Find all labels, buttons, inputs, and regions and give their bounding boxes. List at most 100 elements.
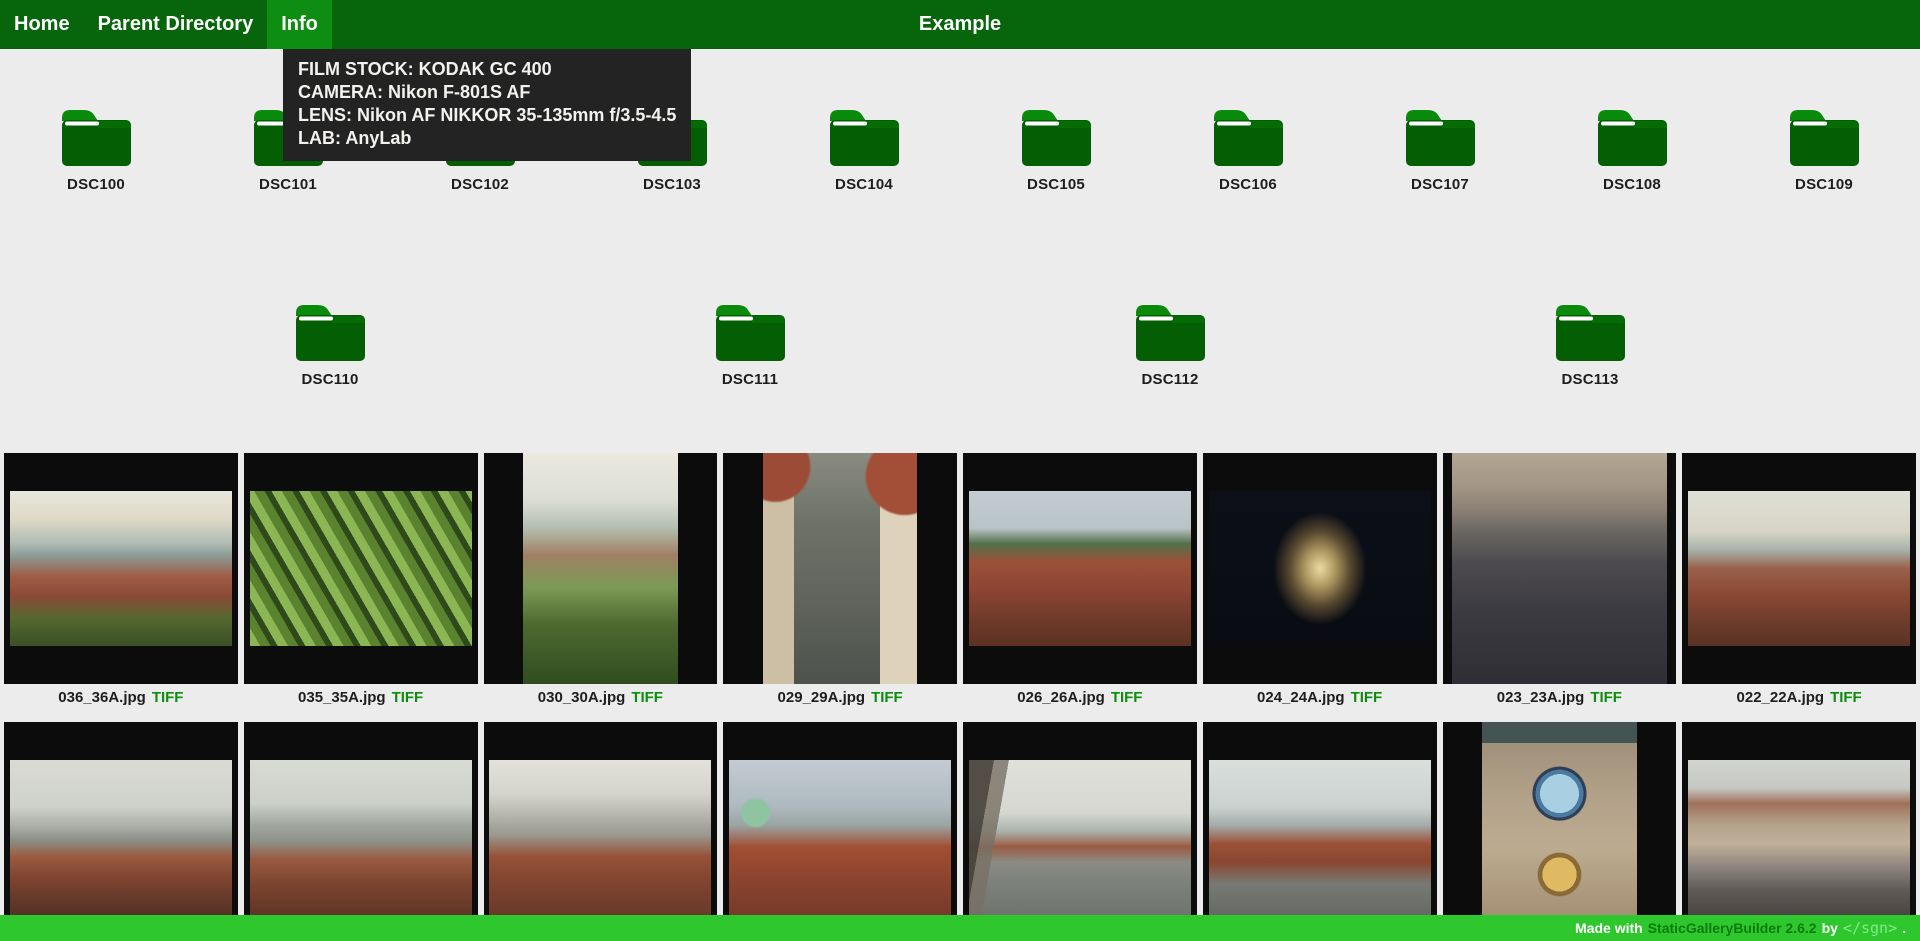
photo-filename: 022_22A.jpg (1737, 689, 1825, 706)
photo-image (1452, 453, 1667, 684)
tiff-download-link[interactable]: TIFF (1111, 689, 1143, 706)
photo-thumbnail: 026_26A.jpg TIFF (963, 453, 1197, 710)
photo-caption: 029_29A.jpg TIFF (723, 684, 957, 710)
folder-label: DSC107 (1411, 176, 1469, 193)
folder-item[interactable]: DSC112 (1127, 299, 1213, 388)
photo-link[interactable] (244, 722, 478, 941)
photo-link[interactable] (1203, 722, 1437, 941)
folder-icon (825, 104, 903, 168)
tiff-download-link[interactable]: TIFF (631, 689, 663, 706)
photo-grid-row-1: 036_36A.jpg TIFF 035_35A.jpg TIFF 030_30… (0, 453, 1920, 710)
nav-item[interactable]: Info (267, 0, 332, 49)
photo-link[interactable] (484, 722, 718, 941)
photo-thumbnail: 022_22A.jpg TIFF (1682, 453, 1916, 710)
folder-icon (1785, 104, 1863, 168)
photo-image (729, 760, 951, 915)
folder-icon (1593, 104, 1671, 168)
folder-icon (57, 104, 135, 168)
photo-thumbnail: 035_35A.jpg TIFF (244, 453, 478, 710)
photo-image (10, 491, 232, 646)
photo-caption: 026_26A.jpg TIFF (963, 684, 1197, 710)
photo-image (969, 760, 1191, 915)
folder-item[interactable]: DSC111 (707, 299, 793, 388)
photo-image (1688, 760, 1910, 915)
photo-filename: 030_30A.jpg (538, 689, 626, 706)
info-tooltip: FILM STOCK: KODAK GC 400CAMERA: Nikon F-… (283, 49, 691, 161)
nav-item[interactable]: Home (0, 0, 84, 49)
photo-image (523, 453, 677, 684)
photo-thumbnail: 024_24A.jpg TIFF (1203, 453, 1437, 710)
info-tooltip-line: FILM STOCK: KODAK GC 400 (298, 58, 676, 81)
folder-item[interactable]: DSC109 (1728, 104, 1920, 193)
folder-item[interactable]: DSC105 (960, 104, 1152, 193)
photo-link[interactable] (723, 453, 957, 684)
tiff-download-link[interactable]: TIFF (1830, 689, 1862, 706)
tiff-download-link[interactable]: TIFF (1590, 689, 1622, 706)
folder-label: DSC103 (643, 176, 701, 193)
photo-link[interactable] (244, 453, 478, 684)
folder-icon (1401, 104, 1479, 168)
photo-thumbnail: 029_29A.jpg TIFF (723, 453, 957, 710)
footer: Made with StaticGalleryBuilder 2.6.2 by … (0, 915, 1920, 941)
photo-image (10, 760, 232, 915)
photo-caption: 022_22A.jpg TIFF (1682, 684, 1916, 710)
folder-label: DSC111 (722, 371, 778, 388)
folder-icon (1551, 299, 1629, 363)
footer-made-with: Made with (1575, 920, 1643, 936)
photo-image (250, 491, 472, 646)
folder-item[interactable]: DSC113 (1547, 299, 1633, 388)
photo-caption: 030_30A.jpg TIFF (484, 684, 718, 710)
folder-label: DSC101 (259, 176, 317, 193)
photo-link[interactable] (963, 722, 1197, 941)
footer-by: by (1822, 920, 1838, 936)
nav-item[interactable]: Parent Directory (84, 0, 268, 49)
photo-caption: 036_36A.jpg TIFF (4, 684, 238, 710)
folder-icon (1209, 104, 1287, 168)
folder-label: DSC100 (67, 176, 125, 193)
tiff-download-link[interactable]: TIFF (152, 689, 184, 706)
folder-label: DSC109 (1795, 176, 1853, 193)
photo-link[interactable] (1443, 722, 1677, 941)
folder-icon (711, 299, 789, 363)
navbar-menu: HomeParent DirectoryInfo (0, 0, 332, 49)
photo-caption: 023_23A.jpg TIFF (1443, 684, 1677, 710)
photo-link[interactable] (484, 453, 718, 684)
photo-thumbnail (244, 722, 478, 941)
folder-item[interactable]: DSC110 (287, 299, 373, 388)
photo-link[interactable] (963, 453, 1197, 684)
photo-thumbnail: 036_36A.jpg TIFF (4, 453, 238, 710)
photo-link[interactable] (1443, 453, 1677, 684)
photo-link[interactable] (1203, 453, 1437, 684)
photo-link[interactable] (1682, 453, 1916, 684)
photo-thumbnail (1203, 722, 1437, 941)
folder-icon (1131, 299, 1209, 363)
photo-filename: 023_23A.jpg (1497, 689, 1585, 706)
info-tooltip-line: LENS: Nikon AF NIKKOR 35-135mm f/3.5-4.5 (298, 104, 676, 127)
info-tooltip-line: LAB: AnyLab (298, 127, 676, 150)
photo-link[interactable] (4, 722, 238, 941)
folder-icon (291, 299, 369, 363)
folder-item[interactable]: DSC100 (0, 104, 192, 193)
photo-image (1209, 760, 1431, 915)
folder-label: DSC113 (1561, 371, 1618, 388)
photo-link[interactable] (723, 722, 957, 941)
footer-builder-link[interactable]: StaticGalleryBuilder 2.6.2 (1648, 920, 1817, 936)
photo-grid-row-2 (0, 722, 1920, 941)
folder-label: DSC105 (1027, 176, 1085, 193)
folder-item[interactable]: DSC108 (1536, 104, 1728, 193)
photo-filename: 026_26A.jpg (1017, 689, 1105, 706)
photo-link[interactable] (1682, 722, 1916, 941)
photo-filename: 036_36A.jpg (58, 689, 146, 706)
photo-caption: 035_35A.jpg TIFF (244, 684, 478, 710)
folder-item[interactable]: DSC107 (1344, 104, 1536, 193)
photo-link[interactable] (4, 453, 238, 684)
folder-item[interactable]: DSC106 (1152, 104, 1344, 193)
folder-item[interactable]: DSC104 (768, 104, 960, 193)
tiff-download-link[interactable]: TIFF (392, 689, 424, 706)
tiff-download-link[interactable]: TIFF (1351, 689, 1383, 706)
tiff-download-link[interactable]: TIFF (871, 689, 903, 706)
photo-filename: 029_29A.jpg (778, 689, 866, 706)
footer-sgn-logo-link[interactable]: </sgn> (1843, 919, 1897, 937)
footer-period: . (1902, 920, 1906, 936)
photo-image (250, 760, 472, 915)
